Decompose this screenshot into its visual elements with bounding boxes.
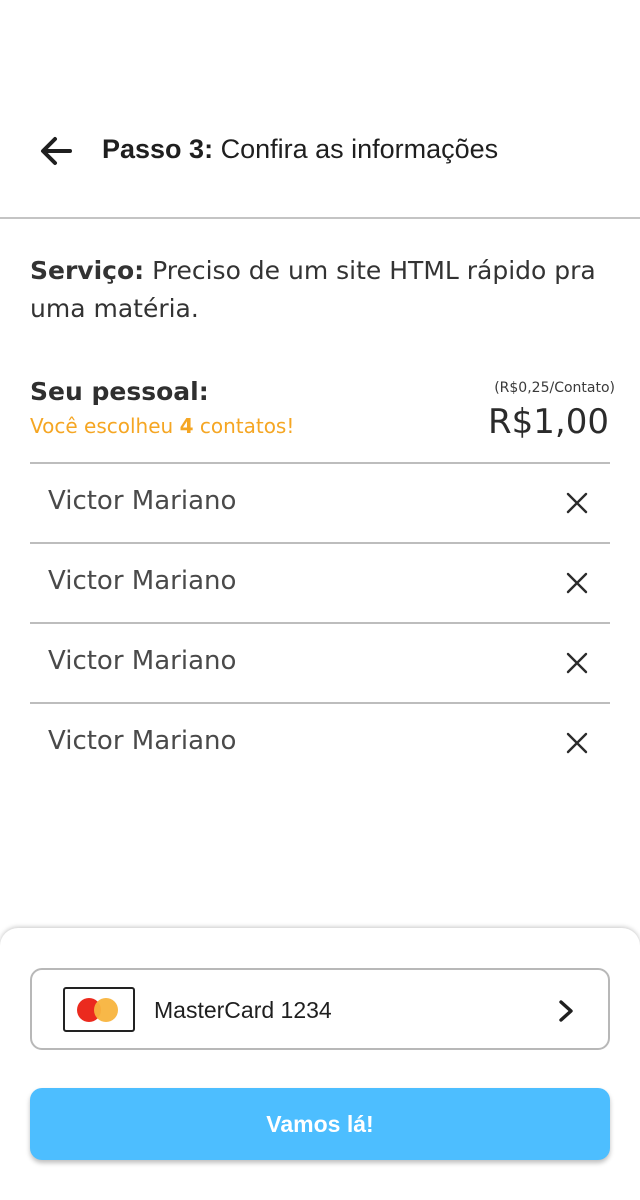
contact-name: Victor Mariano: [48, 646, 237, 676]
checkout-sheet: MasterCard 1234 Vamos lá!: [0, 928, 640, 1200]
staff-note-prefix: Você escolheu: [30, 414, 180, 438]
contact-row: Victor Mariano: [30, 702, 610, 782]
contact-row: Victor Mariano: [30, 542, 610, 622]
payment-card-label: MasterCard 1234: [154, 997, 332, 1023]
back-button[interactable]: [36, 132, 76, 170]
contact-name: Victor Mariano: [48, 566, 237, 596]
arrow-left-icon: [41, 137, 72, 165]
unit-price: (R$0,25/Contato): [494, 380, 615, 396]
page-title-step: Passo 3:: [102, 134, 214, 164]
staff-label: Seu pessoal:: [30, 377, 209, 406]
staff-note-suffix: contatos!: [193, 414, 295, 438]
close-icon[interactable]: [564, 490, 590, 516]
contact-name: Victor Mariano: [48, 486, 237, 516]
staff-note-count: 4: [179, 414, 194, 438]
chevron-right-icon: [559, 1000, 573, 1022]
contact-row: Victor Mariano: [30, 622, 610, 702]
header: Passo 3: Confira as informações: [0, 0, 640, 219]
contact-row: Victor Mariano: [30, 462, 610, 542]
staff-selection-note: Você escolheu 4 contatos!: [30, 414, 294, 438]
close-icon[interactable]: [564, 650, 590, 676]
mastercard-icon: [63, 987, 135, 1032]
mastercard-circle-yellow: [94, 998, 118, 1022]
payment-method-selector[interactable]: MasterCard 1234: [30, 968, 610, 1050]
close-icon[interactable]: [564, 570, 590, 596]
contact-name: Victor Mariano: [48, 726, 237, 756]
service-description: Serviço: Preciso de um site HTML rápido …: [30, 252, 620, 328]
confirm-button[interactable]: Vamos lá!: [30, 1088, 610, 1160]
page-title: Passo 3: Confira as informações: [102, 134, 498, 165]
contact-list: Victor Mariano Victor Mariano Victor Mar…: [30, 462, 610, 782]
total-price: R$1,00: [488, 402, 609, 442]
close-icon[interactable]: [564, 730, 590, 756]
service-label: Serviço:: [30, 256, 145, 285]
page-title-text: Confira as informações: [213, 134, 499, 164]
